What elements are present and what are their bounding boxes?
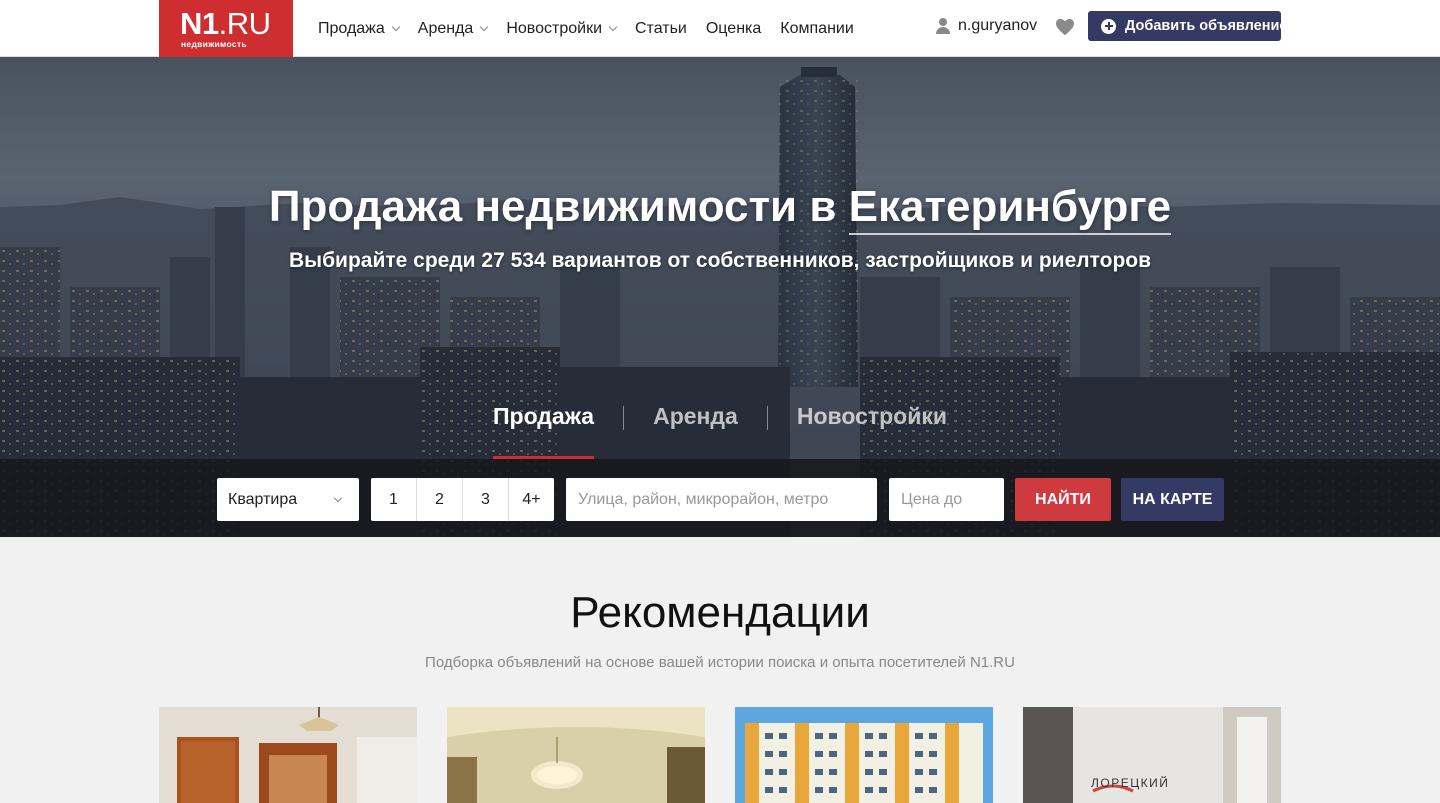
location-search-input[interactable] — [566, 478, 877, 521]
tab-rent[interactable]: Аренда — [653, 400, 738, 459]
logo-wordmark: N1.RU — [180, 6, 271, 41]
site-header: N1.RU недвижимость Продажа Аренда Новост… — [0, 0, 1440, 57]
search-tabs: Продажа Аренда Новостройки — [0, 400, 1440, 459]
city-selector[interactable]: Екатеринбурге — [848, 182, 1172, 235]
chevron-down-icon — [391, 22, 401, 31]
rooms-option-4-plus[interactable]: 4+ — [509, 478, 554, 521]
listing-photo: ЛОРЕЦКИЙ — [1023, 707, 1281, 803]
find-button[interactable]: НАЙТИ — [1015, 478, 1111, 521]
property-type-value: Квартира — [228, 490, 298, 508]
nav-item-sale[interactable]: Продажа — [318, 20, 401, 38]
max-price-input[interactable] — [889, 478, 1004, 521]
listing-photo — [159, 707, 417, 803]
nav-item-valuation[interactable]: Оценка — [706, 20, 761, 38]
rooms-option-3[interactable]: 3 — [463, 478, 509, 521]
hero-title-text: Продажа недвижимости в — [268, 182, 837, 231]
recommendations-title: Рекомендации — [570, 588, 870, 637]
rooms-option-2[interactable]: 2 — [417, 478, 463, 521]
listing-photo — [447, 707, 705, 803]
map-button[interactable]: НА КАРТЕ — [1121, 478, 1224, 521]
sign-text: ЛОРЕЦКИЙ — [1091, 775, 1169, 790]
search-bar: Квартира 1 2 3 4+ НАЙТИ НА КАРТЕ — [0, 459, 1440, 537]
hero-banner: Продажа недвижимости в Екатеринбурге Выб… — [0, 57, 1440, 537]
heart-icon[interactable] — [1055, 18, 1075, 36]
hero-title: Продажа недвижимости в Екатеринбурге — [0, 182, 1440, 235]
recommendation-card[interactable] — [735, 707, 993, 803]
nav-item-articles[interactable]: Статьи — [635, 20, 687, 38]
tab-sale[interactable]: Продажа — [492, 400, 595, 459]
tab-divider — [766, 406, 768, 430]
recommendation-card[interactable] — [447, 707, 705, 803]
nav-item-companies[interactable]: Компании — [780, 20, 854, 38]
chevron-down-icon — [480, 22, 489, 31]
nav-item-new-buildings[interactable]: Новостройки — [506, 20, 618, 38]
user-name: n.guryanov — [958, 17, 1038, 34]
chevron-down-icon — [608, 22, 618, 31]
recommendations-subtitle: Подборка объявлений на основе вашей исто… — [425, 654, 1015, 671]
tab-divider — [623, 406, 625, 430]
hero-subtitle: Выбирайте среди 27 534 вариантов от собс… — [288, 249, 1152, 272]
listing-photo — [735, 707, 993, 803]
main-nav: Продажа Аренда Новостройки Статьи Оценка… — [318, 0, 873, 57]
rooms-selector: 1 2 3 4+ — [371, 478, 554, 521]
tab-new-buildings[interactable]: Новостройки — [797, 400, 947, 459]
rooms-option-1[interactable]: 1 — [371, 478, 417, 521]
add-listing-button[interactable]: Добавить объявление — [1088, 11, 1287, 41]
add-listing-label: Добавить объявление — [1125, 18, 1288, 34]
plus-circle-icon — [1101, 18, 1116, 34]
recommendation-card[interactable] — [159, 707, 417, 803]
property-type-select[interactable]: Квартира — [217, 478, 359, 521]
nav-item-rent[interactable]: Аренда — [418, 20, 489, 38]
logo[interactable]: N1.RU недвижимость — [159, 0, 293, 57]
recommendation-card[interactable]: ЛОРЕЦКИЙ — [1023, 707, 1281, 803]
logo-subtitle: недвижимость — [181, 39, 247, 49]
chevron-down-icon — [333, 493, 343, 503]
user-menu[interactable]: n.guryanov — [936, 17, 1037, 35]
user-icon — [936, 18, 950, 34]
